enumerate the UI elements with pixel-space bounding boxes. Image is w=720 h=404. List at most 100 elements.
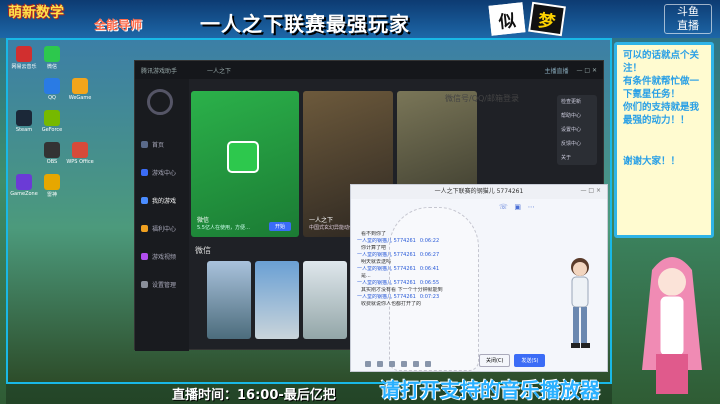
chat-actions: 关闭(C) 发送(S) — [479, 354, 546, 367]
desktop-icon[interactable]: Steam — [12, 110, 36, 140]
screenshot-icon[interactable] — [377, 361, 383, 367]
sidebar-nav-item[interactable]: 游戏视频 — [141, 249, 185, 263]
stream-banner: 萌新数学 全能导师 一人之下联赛最强玩家 似 梦 斗鱼 直播 — [0, 0, 720, 38]
app-tab-hint[interactable]: 一人之下 — [207, 66, 231, 75]
thumb-2[interactable] — [255, 261, 299, 339]
message-sender: 一人堂的钢猫儿 5774261 0:06:22 — [357, 238, 537, 245]
chat-window-controls[interactable]: — □ × — [580, 187, 601, 194]
music-hint-text: 请打开支持的音乐播放器 — [380, 378, 600, 402]
chat-toolbar[interactable] — [365, 361, 431, 367]
message-time: 0:06:41 — [419, 266, 440, 272]
anime-girl-illustration — [632, 250, 712, 396]
app-titlebar[interactable]: 腾讯游戏助手 一人之下 主播直播 — □ ✕ — [135, 61, 603, 79]
menu-item[interactable]: 关于 — [557, 151, 597, 165]
thumb-1[interactable] — [207, 261, 251, 339]
sidebar-nav-item[interactable]: 我的游戏 — [141, 193, 185, 207]
card-game-desc: 中国式玄幻异能动作 — [309, 225, 355, 231]
message-sender: 一人堂的钢猫儿 5774261 0:06:41 — [357, 266, 537, 273]
app-dropdown-menu: 检查更新 帮助中心 设置中心 反馈中心 关于 — [557, 95, 597, 165]
sidebar-nav-item[interactable]: 福利中心 — [141, 221, 185, 235]
message-text: 看不到你了 — [361, 231, 387, 237]
streamer-brand: 萌新数学 — [8, 5, 64, 21]
thumb-3[interactable] — [303, 261, 347, 339]
desktop-icon-label: GeForce — [41, 127, 63, 133]
app-title: 腾讯游戏助手 — [141, 67, 178, 75]
nav-icon — [141, 196, 148, 204]
streamer-subtitle: 全能导师 — [94, 18, 143, 32]
message-time: 0:06:27 — [419, 252, 440, 258]
notice-thanks: 谢谢大家！！ — [623, 156, 681, 167]
notice-line-2: 有条件就帮忙做一下氪星任务！ — [623, 76, 700, 100]
section-title: 微信 — [195, 246, 211, 255]
nav-label: 首页 — [152, 141, 165, 149]
message-list: 看不到你了 一人堂的钢猫儿 5774261 0:06:22 你计算了吧 一人堂的钢猫儿 … — [357, 231, 537, 341]
stream-title: 一人之下联赛最强玩家 — [200, 12, 410, 36]
app-icon — [44, 174, 60, 190]
desktop-icon[interactable]: QQ — [40, 78, 64, 108]
menu-item[interactable]: 反馈中心 — [557, 137, 597, 151]
stream-scene: 萌新数学 全能导师 一人之下联赛最强玩家 似 梦 斗鱼 直播 网易云音乐 微信 QQ… — [0, 0, 720, 404]
emoji-icon[interactable] — [365, 361, 371, 367]
card-wechat-text: 微信 5.5亿人在使用，方便… — [197, 215, 250, 231]
schedule-text: 直播时间：16:00-最后亿把 — [172, 388, 336, 403]
history-icon[interactable] — [425, 361, 431, 367]
file-icon[interactable] — [389, 361, 395, 367]
sender-name: 一人堂的钢猫儿 5774261 — [357, 266, 416, 272]
close-button[interactable]: 关闭(C) — [479, 354, 511, 367]
menu-item[interactable]: 检查更新 — [557, 95, 597, 109]
desktop-icon[interactable]: GameZone — [10, 174, 38, 204]
desktop-icon-label: OBS — [46, 159, 58, 165]
desktop-icon-label: WeGame — [68, 95, 92, 101]
tag-meng: 梦 — [528, 1, 566, 37]
desktop-icon[interactable]: WPS Office — [66, 142, 94, 172]
window-controls[interactable]: — □ ✕ — [576, 67, 597, 74]
card-wechat[interactable]: 微信 5.5亿人在使用，方便… 开始 — [191, 91, 299, 237]
message-text: 你计算了吧 — [361, 245, 387, 251]
nav-label: 游戏中心 — [152, 169, 177, 177]
desktop-icon[interactable]: OBS — [40, 142, 64, 172]
desktop-icon[interactable]: 网易云音乐 — [11, 46, 37, 76]
image-icon[interactable] — [401, 361, 407, 367]
chat-title: 一人之下联赛的钢猫儿 5774261 — [351, 185, 607, 199]
menu-item[interactable]: 帮助中心 — [557, 109, 597, 123]
nav-icon — [141, 252, 148, 260]
send-button[interactable]: 发送(S) — [514, 354, 546, 367]
sender-name: 一人堂的钢猫儿 5774261 — [357, 238, 416, 244]
desktop-icon-label: 网易云音乐 — [11, 64, 37, 70]
card-start-button[interactable]: 开始 — [268, 222, 291, 231]
sidebar-nav-item[interactable]: 首页 — [141, 137, 185, 151]
card-desc: 5.5亿人在使用，方便… — [197, 225, 250, 231]
chat-avatar-figure — [563, 255, 597, 351]
call-icons[interactable]: ☏ ▣ ⋯ — [499, 203, 535, 211]
app-sidebar: 首页游戏中心我的游戏福利中心游戏视频设置管理 — [135, 79, 189, 351]
app-icon — [16, 174, 32, 190]
desktop-icon[interactable]: 微信 — [40, 46, 64, 76]
app-top-right[interactable]: 主播直播 — [544, 66, 568, 75]
sender-name: 一人堂的钢猫儿 5774261 — [357, 294, 416, 300]
tag-si: 似 — [488, 2, 526, 36]
sender-name: 一人堂的钢猫儿 5774261 — [357, 280, 416, 286]
sidebar-nav-item[interactable]: 游戏中心 — [141, 165, 185, 179]
desktop-icon-label: GameZone — [10, 191, 38, 197]
desktop-icon[interactable]: GeForce — [40, 110, 64, 140]
qq-chat-window[interactable]: 一人之下联赛的钢猫儿 5774261 — □ × ☏ ▣ ⋯ 看不到你了 一人堂的… — [350, 184, 608, 372]
nav-label: 福利中心 — [152, 225, 177, 233]
desktop-icon[interactable]: 雷神 — [40, 174, 64, 204]
menu-item[interactable]: 设置中心 — [557, 123, 597, 137]
platform-logo: 斗鱼 直播 — [664, 4, 712, 34]
nav-label: 设置管理 — [152, 281, 177, 289]
gift-icon[interactable] — [413, 361, 419, 367]
screenshot-thumbs — [207, 261, 357, 341]
message-sender: 一人堂的钢猫儿 5774261 0:06:55 — [357, 280, 537, 287]
message-text: 明天就去送吗 — [361, 259, 392, 265]
message-text: 收费就说你人也都打开了的 — [361, 301, 422, 307]
nav-label: 我的游戏 — [152, 197, 177, 205]
notice-line-3: 你们的支持就是我最强的动力！！ — [623, 102, 700, 126]
app-icon — [16, 110, 32, 126]
sidebar-nav-item[interactable]: 设置管理 — [141, 277, 185, 291]
desktop-icon[interactable]: WeGame — [68, 78, 92, 108]
nav-label: 游戏视频 — [152, 253, 177, 261]
app-icon — [72, 142, 88, 158]
card-title: 微信 — [197, 217, 210, 224]
platform-sub: 直播 — [677, 19, 699, 32]
